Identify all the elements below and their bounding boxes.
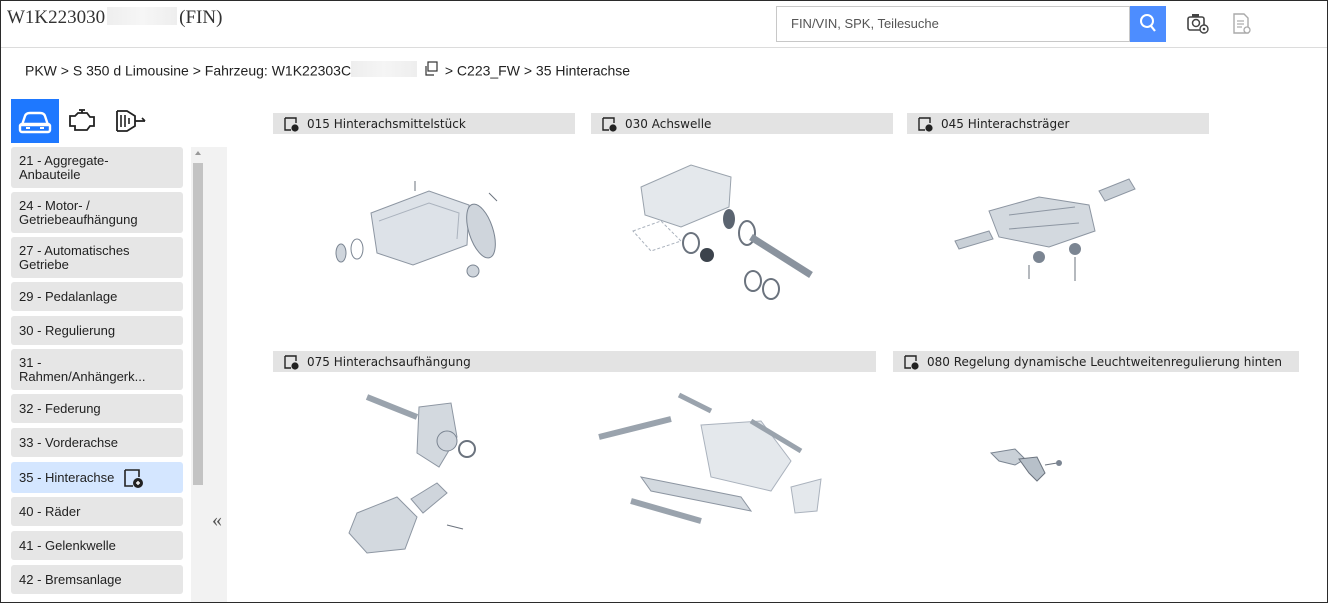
car-icon (18, 111, 52, 134)
group-list: 21 - Aggregate- Anbauteile 24 - Motor- /… (11, 147, 187, 602)
camera-settings-icon (1187, 14, 1209, 34)
axle-shaft-illustration[interactable] (621, 157, 841, 315)
parts-list-icon (284, 116, 299, 132)
app-frame: W1K223030 (FIN) FIN/VIN, SPK, Teilesuche … (0, 0, 1328, 603)
sidebar-item-42[interactable]: 42 - Bremsanlage (11, 565, 183, 594)
collapse-panel (205, 147, 227, 602)
rear-suspension-illustration-a[interactable] (327, 383, 527, 573)
parts-list-icon (602, 116, 617, 132)
breadcrumb-group: > 35 Hinterachse (523, 62, 631, 79)
search-input[interactable]: FIN/VIN, SPK, Teilesuche (776, 6, 1130, 42)
tab-transmission[interactable] (107, 99, 155, 143)
group-header-015[interactable]: 015 Hinterachsmittelstück (273, 113, 575, 134)
sidebar-item-29[interactable]: 29 - Pedalanlage (11, 282, 183, 311)
tab-engine[interactable] (59, 99, 107, 143)
differential-illustration[interactable] (319, 169, 509, 287)
search-icon (1140, 14, 1156, 32)
transmission-icon (116, 110, 146, 132)
parts-list-icon (904, 354, 919, 370)
group-header-075[interactable]: 075 Hinterachsaufhängung (273, 351, 876, 372)
document-search-icon (1233, 13, 1251, 34)
document-search-button[interactable] (1229, 11, 1255, 37)
breadcrumb-model[interactable]: > C223_FW (445, 62, 520, 78)
redacted-field (107, 7, 178, 25)
page-title: W1K223030 (FIN) (7, 7, 223, 28)
group-header-045[interactable]: 045 Hinterachsträger (907, 113, 1209, 134)
group-header-080[interactable]: 080 Regelung dynamische Leuchtweitenregu… (893, 351, 1299, 372)
sidebar-item-41[interactable]: 41 - Gelenkwelle (11, 531, 183, 560)
breadcrumb-vehicle[interactable]: PKW > S 350 d Limousine > Fahrzeug: W1K2… (25, 62, 351, 78)
sidebar-item-33[interactable]: 33 - Vorderachse (11, 428, 183, 457)
sidebar-item-27[interactable]: 27 - Automatisches Getriebe (11, 237, 183, 278)
sidebar-item-32[interactable]: 32 - Federung (11, 394, 183, 423)
rear-suspension-illustration-b[interactable] (591, 381, 841, 551)
parts-list-icon[interactable] (122, 467, 144, 489)
collapse-sidebar-button[interactable]: « (207, 509, 227, 531)
sidebar-item-35[interactable]: 35 - Hinterachse (11, 462, 183, 493)
tab-vehicle[interactable] (11, 99, 59, 143)
search-button[interactable] (1130, 6, 1166, 42)
engine-icon (69, 109, 95, 131)
header-divider (1, 47, 1327, 48)
headlight-range-sensor-illustration[interactable] (985, 443, 1085, 489)
sidebar-item-30[interactable]: 30 - Regulierung (11, 316, 183, 345)
sidebar-scroll-thumb[interactable] (193, 163, 203, 485)
copy-icon[interactable] (423, 61, 439, 77)
parts-list-icon (284, 354, 299, 370)
group-header-030[interactable]: 030 Achswelle (591, 113, 893, 134)
camera-settings-button[interactable] (1185, 11, 1211, 37)
breadcrumb: PKW > S 350 d Limousine > Fahrzeug: W1K2… (25, 61, 630, 78)
rear-axle-carrier-illustration[interactable] (949, 171, 1149, 301)
sidebar-item-21[interactable]: 21 - Aggregate- Anbauteile (11, 147, 183, 188)
parts-list-icon (918, 116, 933, 132)
redacted-field (351, 61, 418, 77)
sidebar-item-40[interactable]: 40 - Räder (11, 497, 183, 526)
scroll-up-icon[interactable] (193, 148, 203, 158)
sidebar-item-31[interactable]: 31 - Rahmen/Anhängerk... (11, 349, 183, 390)
sidebar-item-24[interactable]: 24 - Motor- / Getriebeaufhängung (11, 192, 183, 233)
